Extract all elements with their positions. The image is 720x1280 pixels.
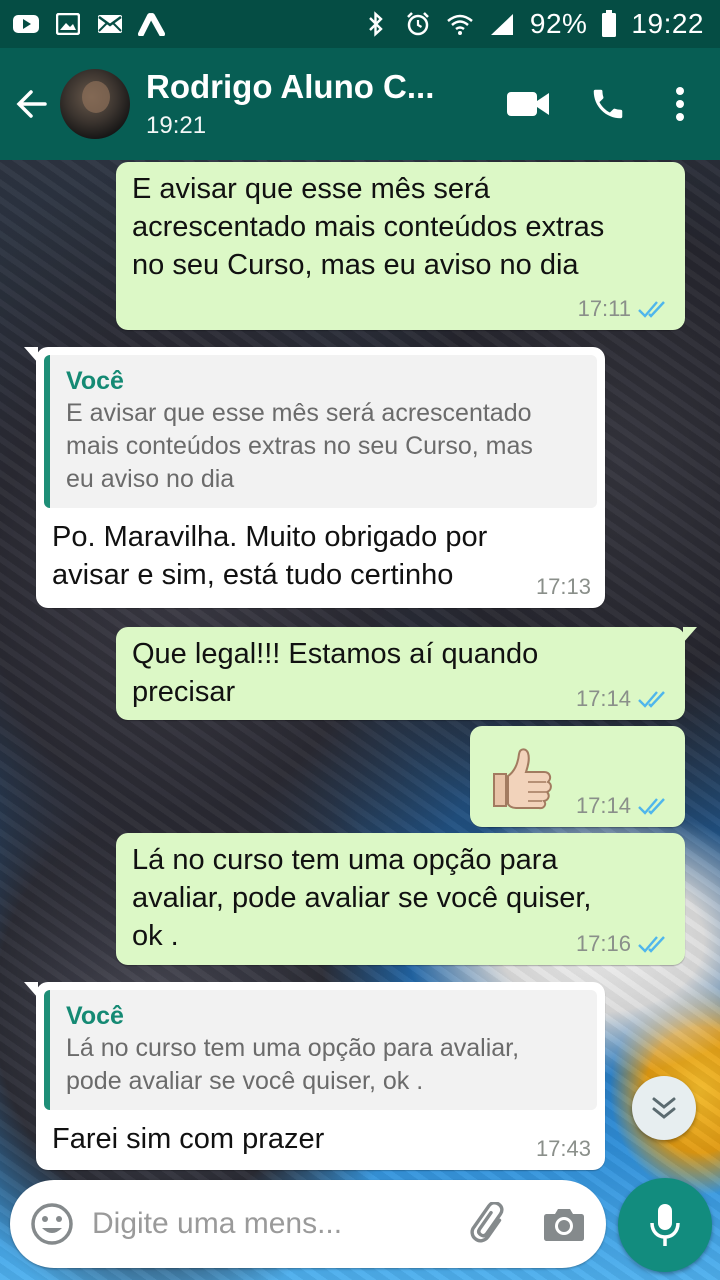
message-meta: 17:14 [576, 688, 671, 710]
message-time: 17:43 [535, 1136, 591, 1161]
emoji-button[interactable] [26, 1198, 78, 1250]
message-bubble-incoming[interactable]: Você Lá no curso tem uma opção para aval… [24, 982, 605, 1170]
scroll-to-bottom-button[interactable] [632, 1076, 696, 1140]
message-time: 17:13 [535, 574, 591, 599]
status-bar: 92% 19:22 [0, 0, 720, 48]
more-options-icon [676, 87, 684, 121]
quote-text: Lá no curso tem uma opção para avaliar, … [66, 1034, 520, 1095]
quote-author: Você [66, 367, 124, 395]
clock: 19:22 [631, 8, 704, 39]
arrow-left-icon [16, 90, 47, 118]
avatar[interactable] [60, 69, 130, 139]
message-time: 17:16 [575, 931, 631, 956]
message-text: Farei sim com prazer [52, 1123, 325, 1155]
contact-info[interactable]: Rodrigo Aluno C... 19:21 [146, 68, 488, 140]
message-input[interactable] [78, 1207, 464, 1241]
wifi-icon [446, 13, 474, 35]
message-text: E avisar que esse mês será acrescentado … [132, 173, 605, 281]
message-meta: 17:13 [536, 576, 591, 598]
message-bubble-incoming[interactable]: Você E avisar que esse mês será acrescen… [24, 347, 605, 608]
paperclip-icon [470, 1202, 504, 1243]
message-bubble-outgoing-sticker[interactable]: 17:14 [470, 726, 685, 827]
message-bubble-outgoing[interactable]: E avisar que esse mês será acrescentado … [116, 162, 685, 330]
voice-message-button[interactable] [618, 1178, 712, 1272]
bluetooth-icon [362, 11, 390, 37]
battery-level: 92% [529, 8, 588, 39]
video-call-button[interactable] [488, 64, 568, 144]
signal-icon [488, 13, 516, 35]
camera-button[interactable] [538, 1198, 590, 1250]
attach-button[interactable] [464, 1198, 516, 1250]
read-ticks-icon [638, 301, 665, 318]
microphone-icon [650, 1204, 680, 1246]
voice-call-button[interactable] [568, 64, 648, 144]
quote-text: E avisar que esse mês será acrescentado … [66, 399, 533, 493]
read-ticks-icon [638, 936, 665, 953]
message-meta: 17:16 [576, 933, 671, 955]
voice-call-icon [593, 89, 623, 119]
message-meta: 17:43 [536, 1138, 591, 1160]
double-chevron-down-icon [652, 1097, 676, 1119]
message-time: 17:14 [575, 793, 631, 818]
message-time: 17:11 [577, 296, 631, 321]
quoted-message[interactable]: Você E avisar que esse mês será acrescen… [44, 355, 597, 508]
adwords-icon [138, 13, 166, 36]
thumbs-up-emoji-icon [493, 748, 552, 810]
battery-icon [601, 10, 617, 37]
quote-author: Você [66, 1002, 124, 1030]
message-time: 17:14 [575, 686, 631, 711]
message-bubble-outgoing[interactable]: Lá no curso tem uma opção para avaliar, … [116, 833, 685, 965]
message-text: Po. Maravilha. Muito obrigado por avisar… [52, 521, 488, 591]
read-ticks-icon [638, 798, 665, 815]
message-meta: 17:14 [576, 795, 671, 817]
gallery-icon [54, 13, 82, 35]
message-bubble-outgoing[interactable]: Que legal!!! Estamos aí quando precisar … [116, 627, 697, 720]
back-button[interactable] [4, 48, 60, 160]
read-ticks-icon [638, 691, 665, 708]
youtube-icon [12, 13, 40, 35]
more-options-button[interactable] [648, 64, 712, 144]
mail-icon [96, 13, 124, 35]
video-call-icon [507, 92, 549, 116]
contact-name: Rodrigo Aluno C... [146, 68, 435, 105]
camera-icon [544, 1209, 584, 1241]
last-seen: 19:21 [146, 112, 207, 139]
alarm-icon [404, 12, 432, 36]
message-meta: 17:11 [578, 298, 671, 320]
emoji-icon [31, 1203, 73, 1245]
quoted-message[interactable]: Você Lá no curso tem uma opção para aval… [44, 990, 597, 1110]
message-composer [10, 1180, 606, 1268]
chat-header: Rodrigo Aluno C... 19:21 [0, 48, 720, 160]
